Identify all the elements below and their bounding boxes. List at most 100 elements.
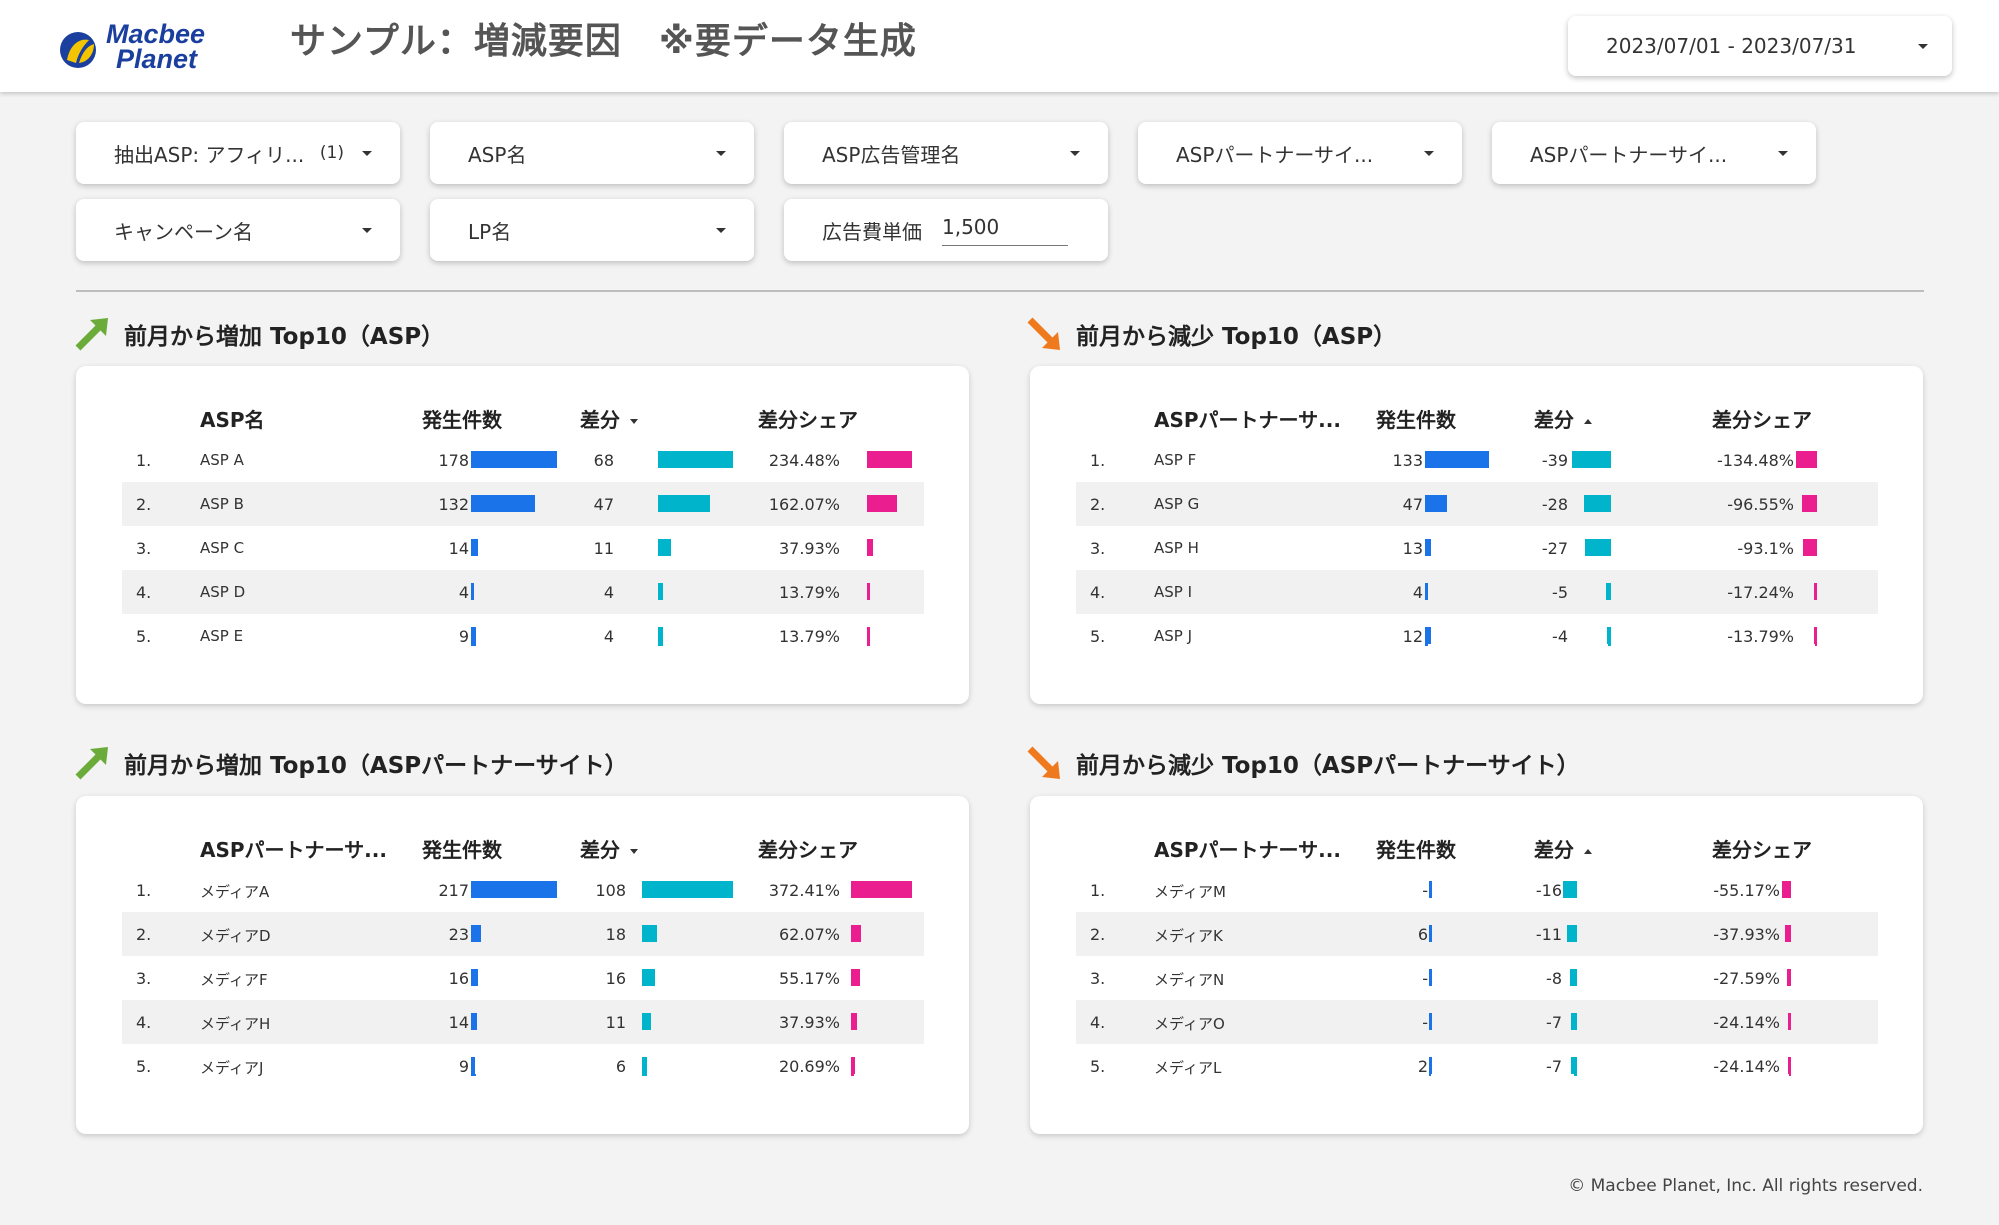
diff-bar [1563,881,1577,898]
col-header-name[interactable]: ASP名 [200,404,265,433]
table-row[interactable]: 3. メディアF 16 16 55.17% [122,956,924,1000]
row-diff: 6 [615,1057,626,1076]
filter-asp-partner-2[interactable]: ASPパートナーサイ... [1492,122,1816,184]
row-share: 55.17% [778,969,840,988]
table-row[interactable]: 5. メディアJ 9 6 20.69% [122,1044,924,1088]
table-row[interactable]: 2. メディアD 23 18 62.07% [122,912,924,956]
scroll-hint-mark [1789,1074,1791,1076]
diff-bar [642,1057,647,1074]
inc-asp-table: ASP名 発生件数 差分 差分シェア 1. ASP A 178 68 234.4… [122,394,924,658]
row-rank: 2. [1090,925,1106,944]
row-rank: 4. [136,1013,152,1032]
filter-extract-asp[interactable]: 抽出ASP: アフィリ... (1) [76,122,400,184]
inc-partner-table: ASPパートナーサ... 発生件数 差分 差分シェア 1. メディアA 217 … [122,824,924,1088]
dec-asp-title-text: 前月から減少 Top10（ASP） [1076,324,1397,350]
diff-bar [642,925,657,942]
filter-campaign[interactable]: キャンペーン名 [76,199,400,261]
trend-up-icon [75,747,108,780]
table-row[interactable]: 2. メディアK 6 -11 -37.93% [1076,912,1878,956]
row-diff: -27 [1541,539,1568,558]
row-name: ASP J [1154,627,1193,645]
col-header-diff[interactable]: 差分 [580,834,638,863]
table-row[interactable]: 1. メディアM - -16 -55.17% [1076,868,1878,912]
col-header-name[interactable]: ASPパートナーサ... [200,834,387,863]
col-header-count[interactable]: 発生件数 [1376,404,1456,433]
row-count: 9 [458,627,469,646]
table-row[interactable]: 2. ASP G 47 -28 -96.55% [1076,482,1878,526]
scroll-hint-mark [1608,644,1611,646]
table-row[interactable]: 1. ASP F 133 -39 -134.48% [1076,438,1878,482]
col-header-diff[interactable]: 差分 [1534,834,1592,863]
diff-bar [1571,1057,1577,1074]
inc-asp-title-text: 前月から増加 Top10（ASP） [124,324,445,350]
table-row[interactable]: 5. メディアL 2 -7 -24.14% [1076,1044,1878,1088]
diff-bar [658,583,663,600]
scroll-hint-mark [1815,644,1817,646]
diff-bar [1584,495,1611,512]
row-share: 13.79% [778,627,840,646]
table-header: ASP名 発生件数 差分 差分シェア [122,394,924,438]
table-row[interactable]: 4. メディアO - -7 -24.14% [1076,1000,1878,1044]
table-row[interactable]: 3. ASP H 13 -27 -93.1% [1076,526,1878,570]
filter-asp-name[interactable]: ASP名 [430,122,754,184]
diff-bar [658,495,710,512]
col-header-diff[interactable]: 差分 [580,404,638,433]
chevron-down-icon [362,150,372,156]
row-count: 13 [1402,539,1423,558]
diff-bar [1572,451,1611,468]
col-header-name[interactable]: ASPパートナーサ... [1154,404,1341,433]
row-rank: 3. [136,969,152,988]
trend-up-icon [75,318,108,351]
row-share: -96.55% [1727,495,1794,514]
count-bar [471,495,535,512]
col-header-name[interactable]: ASPパートナーサ... [1154,834,1341,863]
share-bar [1796,451,1817,468]
col-header-share[interactable]: 差分シェア [1712,834,1812,863]
filter-asp-partner-1[interactable]: ASPパートナーサイ... [1138,122,1462,184]
count-bar [1429,925,1432,942]
table-row[interactable]: 4. ASP D 4 4 13.79% [122,570,924,614]
row-name: ASP E [200,627,244,645]
col-header-share[interactable]: 差分シェア [758,834,858,863]
col-header-count[interactable]: 発生件数 [1376,834,1456,863]
row-name: ASP D [200,583,246,601]
col-header-diff-label: 差分 [580,838,620,862]
row-name: ASP C [200,539,245,557]
filter-asp-ad-name-label: ASP広告管理名 [822,142,961,167]
row-name: メディアK [1154,927,1223,945]
table-row[interactable]: 1. メディアA 217 108 372.41% [122,868,924,912]
scroll-hint-mark [851,1074,854,1076]
col-header-count[interactable]: 発生件数 [422,834,502,863]
row-count: 12 [1402,627,1423,646]
row-diff: -11 [1535,925,1562,944]
table-row[interactable]: 3. メディアN - -8 -27.59% [1076,956,1878,1000]
count-bar [1425,627,1431,644]
row-rank: 1. [136,881,152,900]
filter-asp-ad-name[interactable]: ASP広告管理名 [784,122,1108,184]
table-row[interactable]: 3. ASP C 14 11 37.93% [122,526,924,570]
date-range-picker[interactable]: 2023/07/01 - 2023/07/31 [1568,16,1952,76]
table-row[interactable]: 5. ASP J 12 -4 -13.79% [1076,614,1878,658]
filter-ad-cost: 広告費単価 1,500 [784,199,1108,261]
filter-lp[interactable]: LP名 [430,199,754,261]
chevron-down-icon [716,150,726,156]
col-header-share[interactable]: 差分シェア [1712,404,1812,433]
share-bar [851,1057,855,1074]
row-name: ASP B [200,495,244,513]
diff-bar [642,969,655,986]
table-row[interactable]: 5. ASP E 9 4 13.79% [122,614,924,658]
table-row[interactable]: 4. ASP I 4 -5 -17.24% [1076,570,1878,614]
table-row[interactable]: 2. ASP B 132 47 162.07% [122,482,924,526]
row-rank: 2. [136,495,152,514]
col-header-diff[interactable]: 差分 [1534,404,1592,433]
row-name: メディアA [200,883,270,901]
filter-asp-partner-1-label: ASPパートナーサイ... [1176,142,1374,167]
count-bar [471,583,474,600]
row-rank: 1. [136,451,152,470]
table-row[interactable]: 4. メディアH 14 11 37.93% [122,1000,924,1044]
col-header-count[interactable]: 発生件数 [422,404,502,433]
row-count: 6 [1417,925,1428,944]
col-header-share[interactable]: 差分シェア [758,404,858,433]
table-row[interactable]: 1. ASP A 178 68 234.48% [122,438,924,482]
ad-cost-input[interactable]: 1,500 [942,215,1068,246]
